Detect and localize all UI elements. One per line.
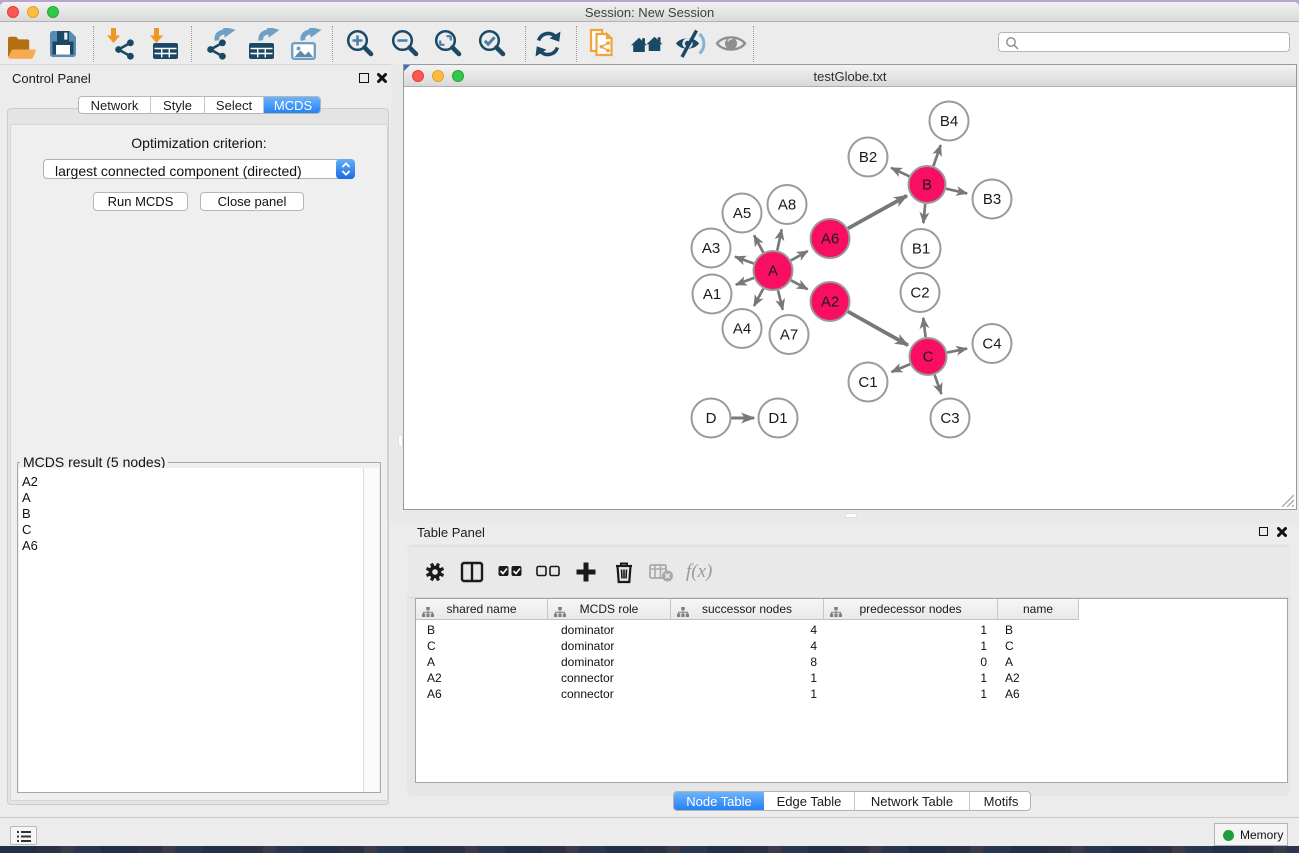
- svg-text:D1: D1: [768, 410, 787, 427]
- svg-text:C4: C4: [982, 336, 1001, 353]
- svg-text:A8: A8: [778, 197, 796, 214]
- svg-text:A2: A2: [821, 294, 839, 311]
- svg-text:A5: A5: [733, 205, 751, 222]
- svg-text:C: C: [923, 349, 934, 366]
- svg-text:B1: B1: [912, 241, 930, 258]
- svg-text:A3: A3: [702, 240, 720, 257]
- svg-text:D: D: [706, 410, 717, 427]
- svg-text:B: B: [922, 177, 932, 194]
- svg-text:A: A: [768, 263, 778, 280]
- svg-text:C3: C3: [940, 410, 959, 427]
- svg-text:A6: A6: [821, 231, 839, 248]
- svg-text:B3: B3: [983, 191, 1001, 208]
- svg-text:A1: A1: [703, 286, 721, 303]
- svg-text:B2: B2: [859, 149, 877, 166]
- svg-text:C2: C2: [910, 285, 929, 302]
- svg-text:A4: A4: [733, 321, 751, 338]
- svg-text:C1: C1: [858, 374, 877, 391]
- svg-text:B4: B4: [940, 113, 958, 130]
- svg-text:A7: A7: [780, 327, 798, 344]
